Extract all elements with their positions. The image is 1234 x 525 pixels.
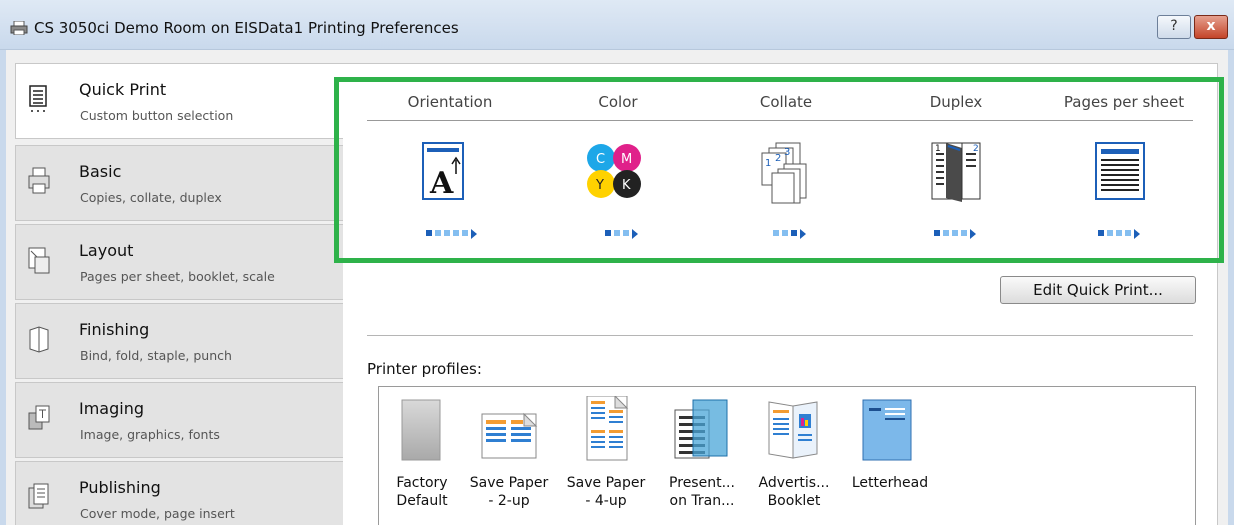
layout-icon	[28, 247, 50, 274]
profile-label: Save Paper - 4-up	[566, 475, 646, 509]
profile-label: Letterhead	[851, 475, 929, 491]
sidebar-item-publishing[interactable]: Publishing Cover mode, page insert	[15, 461, 343, 525]
quick-print-highlight-frame	[334, 77, 1224, 263]
help-button[interactable]: ?	[1157, 15, 1191, 39]
profile-letterhead[interactable]: Letterhead	[850, 396, 930, 525]
window-frame-right	[1228, 50, 1234, 525]
letterhead-icon	[862, 399, 912, 461]
sidebar-item-finishing[interactable]: Finishing Bind, fold, staple, punch	[15, 303, 343, 379]
section-divider	[367, 335, 1193, 336]
sidebar-item-subtitle: Cover mode, page insert	[80, 506, 235, 521]
title-bar: CS 3050ci Demo Room on EISData1 Printing…	[0, 0, 1234, 50]
profile-label: Factory Default	[396, 475, 448, 509]
close-button[interactable]: x	[1194, 15, 1228, 39]
sidebar-item-subtitle: Custom button selection	[80, 108, 234, 123]
window-title: CS 3050ci Demo Room on EISData1 Printing…	[34, 19, 459, 37]
sidebar-item-subtitle: Copies, collate, duplex	[80, 190, 222, 205]
sidebar-item-subtitle: Pages per sheet, booklet, scale	[80, 269, 275, 284]
sidebar: Quick Print Custom button selection Basi…	[15, 63, 343, 525]
sidebar-item-layout[interactable]: Layout Pages per sheet, booklet, scale	[15, 224, 343, 300]
profile-factory-default[interactable]: Factory Default	[382, 396, 462, 525]
presentation-transparency-icon	[674, 399, 728, 459]
publishing-icon	[28, 483, 49, 509]
save-paper-2up-icon	[481, 412, 538, 459]
sidebar-item-basic[interactable]: Basic Copies, collate, duplex	[15, 145, 343, 221]
window-frame-left	[0, 50, 6, 525]
profile-label: Advertis... Booklet	[758, 475, 830, 509]
sidebar-item-subtitle: Image, graphics, fonts	[80, 427, 220, 442]
basic-icon	[28, 167, 50, 194]
edit-quick-print-button[interactable]: Edit Quick Print...	[1000, 276, 1196, 304]
profile-save-paper-4up[interactable]: Save Paper - 4-up	[566, 396, 646, 525]
sidebar-item-title: Layout	[79, 241, 134, 260]
advertising-booklet-icon	[768, 401, 818, 459]
sidebar-item-subtitle: Bind, fold, staple, punch	[80, 348, 232, 363]
sidebar-item-title: Publishing	[79, 478, 161, 497]
imaging-icon	[28, 405, 50, 430]
profile-advertising-booklet[interactable]: Advertis... Booklet	[754, 396, 834, 525]
finishing-icon	[29, 326, 49, 353]
sidebar-item-title: Quick Print	[79, 80, 167, 99]
sidebar-item-title: Finishing	[79, 320, 150, 339]
profile-presentation-on-transparency[interactable]: Present... on Tran...	[662, 396, 742, 525]
sidebar-item-title: Basic	[79, 162, 122, 181]
save-paper-4up-icon	[586, 396, 629, 461]
quick-print-icon	[29, 85, 47, 112]
printer-icon	[10, 21, 28, 35]
sidebar-item-title: Imaging	[79, 399, 145, 418]
printer-profiles-label: Printer profiles:	[367, 360, 482, 378]
profile-label: Present... on Tran...	[669, 475, 735, 509]
sidebar-item-quick-print[interactable]: Quick Print Custom button selection	[15, 63, 343, 139]
sidebar-item-imaging[interactable]: Imaging Image, graphics, fonts	[15, 382, 343, 458]
factory-default-icon	[401, 399, 441, 461]
profile-save-paper-2up[interactable]: Save Paper - 2-up	[469, 396, 549, 525]
profile-label: Save Paper - 2-up	[469, 475, 549, 509]
